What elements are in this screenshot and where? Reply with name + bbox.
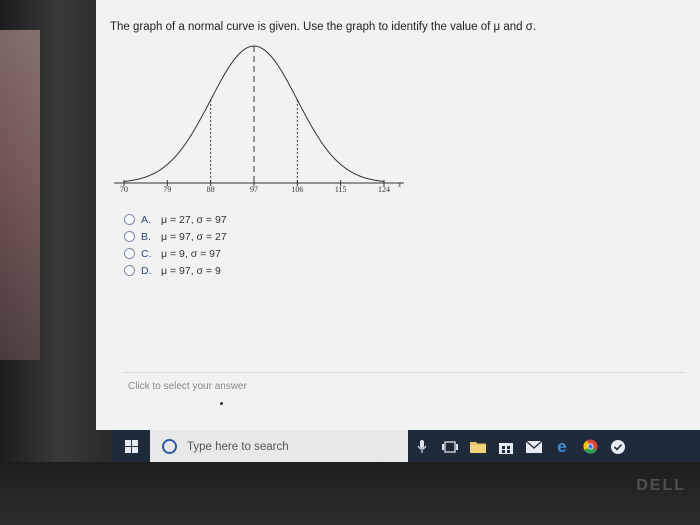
cortana-icon	[162, 439, 177, 454]
radio-button[interactable]	[124, 248, 135, 259]
option-text: μ = 97, σ = 27	[161, 230, 227, 243]
microphone-icon[interactable]	[408, 430, 436, 463]
normal-curve-graph: 70 79 88 97 106 115 124 x	[114, 45, 404, 194]
start-button[interactable]	[112, 430, 150, 463]
option-c[interactable]: C. μ = 9, σ = 97	[124, 245, 227, 262]
option-text: μ = 9, σ = 97	[161, 247, 221, 260]
option-d[interactable]: D. μ = 97, σ = 9	[124, 262, 227, 279]
option-letter: B.	[141, 230, 151, 243]
option-a[interactable]: A. μ = 27, σ = 97	[124, 211, 227, 228]
tick-label: 106	[291, 185, 303, 194]
radio-button[interactable]	[124, 214, 135, 225]
answer-options: A. μ = 27, σ = 97 B. μ = 97, σ = 27 C. μ…	[124, 211, 227, 279]
monitor-bezel-bottom: DELL	[0, 462, 700, 525]
windows-icon	[124, 440, 138, 453]
divider	[124, 372, 684, 373]
taskbar-search[interactable]: Type here to search	[150, 430, 408, 463]
file-explorer-icon[interactable]	[464, 430, 492, 463]
option-b[interactable]: B. μ = 97, σ = 27	[124, 228, 227, 245]
dell-logo: DELL	[636, 477, 686, 494]
radio-button[interactable]	[124, 265, 135, 276]
store-icon[interactable]	[492, 430, 520, 463]
task-view-icon[interactable]	[436, 430, 464, 463]
option-text: μ = 97, σ = 9	[161, 264, 221, 277]
question-panel: The graph of a normal curve is given. Us…	[96, 0, 700, 430]
answer-hint: Click to select your answer	[128, 381, 247, 392]
tick-label: 88	[207, 185, 215, 194]
screen: The graph of a normal curve is given. Us…	[96, 0, 700, 430]
edge-icon[interactable]: e	[548, 430, 576, 463]
search-placeholder: Type here to search	[187, 440, 289, 453]
mail-icon[interactable]	[520, 430, 548, 463]
tick-label: 70	[120, 185, 128, 194]
option-letter: A.	[141, 213, 151, 226]
tick-label: 97	[250, 185, 258, 194]
option-text: μ = 27, σ = 97	[161, 213, 227, 226]
mouse-cursor	[220, 402, 223, 405]
monitor-bezel-left	[0, 0, 110, 525]
checkmark-icon[interactable]	[604, 430, 632, 463]
tick-label: 124	[378, 185, 390, 194]
option-letter: C.	[141, 247, 152, 260]
question-text: The graph of a normal curve is given. Us…	[110, 21, 537, 33]
radio-button[interactable]	[124, 231, 135, 242]
tick-label: 115	[335, 185, 347, 194]
tick-label: 79	[163, 185, 171, 194]
axis-end-label: x	[397, 181, 402, 189]
screen-glare	[0, 30, 40, 360]
chrome-icon[interactable]	[576, 430, 604, 463]
option-letter: D.	[141, 264, 152, 277]
taskbar: Type here to search e	[112, 430, 700, 463]
